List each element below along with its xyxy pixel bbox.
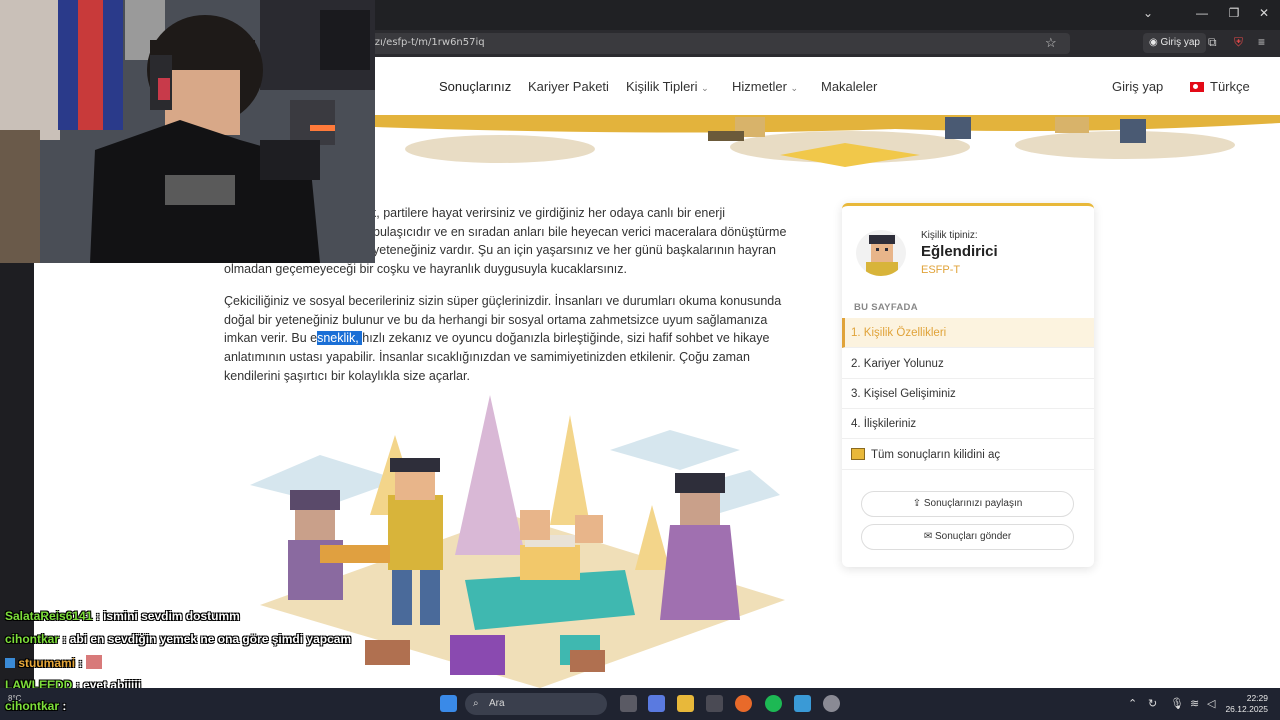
- clock[interactable]: 22:29 26.12.2025: [1225, 693, 1268, 715]
- text-segment: imkan verir. Bu e: [224, 331, 318, 346]
- side-panel: [0, 263, 34, 688]
- paragraph-line: Çekiciliğiniz ve sosyal becerileriniz si…: [224, 294, 782, 308]
- clock-time: 22:29: [1246, 693, 1268, 703]
- ublock-icon[interactable]: ⛨: [1234, 35, 1243, 50]
- banner-illustration: [375, 115, 1280, 175]
- browser-signin-label: Giriş yap: [1160, 37, 1200, 48]
- results-sidebar-card: Kişilik tipiniz: Eğlendirici ESFP-T BU S…: [842, 203, 1094, 567]
- nav-articles[interactable]: Makaleler: [821, 79, 877, 94]
- copilot-icon[interactable]: [648, 695, 665, 712]
- volume-icon[interactable]: ◁: [1207, 697, 1215, 710]
- nav-services[interactable]: Hizmetler ⌄: [732, 79, 798, 94]
- send-results-button[interactable]: ✉ Sonuçları gönder: [861, 524, 1074, 550]
- emote-icon: [85, 655, 102, 669]
- send-results-label: Sonuçları gönder: [935, 531, 1012, 542]
- chat-message: cihontkar :: [5, 699, 66, 713]
- browser-signin-button[interactable]: ◉ Giriş yap: [1143, 33, 1206, 53]
- extensions-icon[interactable]: ⧉: [1208, 35, 1217, 50]
- file-explorer-icon[interactable]: [677, 695, 694, 712]
- spotify-icon[interactable]: [765, 695, 782, 712]
- taskbar-search-label: Ara: [489, 698, 505, 709]
- chat-message: SalataReis6141 : ismini sevdim dostumm: [5, 609, 240, 623]
- paragraph-line: imkan verir. Bu esneklik, hızlı zekanız …: [224, 329, 804, 348]
- paragraph-line: kendilerini şaşırtıcı bir kolaylıkla siz…: [224, 368, 470, 383]
- restore-icon[interactable]: ❐: [1222, 6, 1246, 20]
- account-icon: ◉: [1149, 37, 1158, 48]
- mail-icon: ✉: [923, 531, 933, 542]
- chevron-down-icon: ⌄: [701, 83, 709, 93]
- toc-item-personality-traits[interactable]: 1. Kişilik Özellikleri: [842, 318, 1094, 348]
- search-icon: ⌕: [473, 698, 479, 709]
- chat-user: SalataReis6141: [5, 609, 93, 623]
- sync-icon[interactable]: ↻: [1148, 697, 1157, 710]
- microphone-icon[interactable]: 🎙︎: [1170, 697, 1184, 710]
- clock-date: 26.12.2025: [1225, 704, 1268, 714]
- wifi-icon[interactable]: ≋: [1190, 697, 1199, 710]
- share-icon: ⇪: [912, 498, 922, 509]
- taskbar-search[interactable]: ⌕ Ara: [465, 693, 607, 715]
- task-view-icon[interactable]: [620, 695, 637, 712]
- chat-user: cihontkar: [5, 699, 60, 713]
- windows-taskbar: 8°C cihontkar : ⌕ Ara ⌃ ↻ 🎙︎ ≋ ◁ 22:29 2…: [0, 688, 1280, 720]
- chat-text: :: [62, 699, 67, 713]
- nav-login[interactable]: Giriş yap: [1112, 79, 1163, 94]
- nav-career-package[interactable]: Kariyer Paketi: [528, 79, 609, 94]
- chat-user: cihontkar: [5, 632, 60, 646]
- close-icon[interactable]: ✕: [1252, 6, 1276, 20]
- menu-icon[interactable]: ≡: [1258, 35, 1265, 49]
- nav-results[interactable]: Sonuçlarınız: [439, 79, 511, 94]
- turkey-flag-icon: [1190, 82, 1204, 92]
- article-paragraph-2: Çekiciliğiniz ve sosyal becerileriniz si…: [224, 292, 804, 386]
- obs-icon[interactable]: [823, 695, 840, 712]
- unlock-label: Tüm sonuçların kilidini aç: [871, 449, 1001, 461]
- personality-type-code: ESFP-T: [921, 264, 961, 276]
- start-icon[interactable]: [440, 695, 457, 712]
- paragraph-line: doğal bir yeteneğiniz bulunur ve bu da h…: [224, 312, 768, 327]
- language-label: Türkçe: [1210, 79, 1250, 94]
- chat-text: :: [78, 656, 83, 670]
- store-icon[interactable]: [706, 695, 723, 712]
- tray-chevron-up-icon[interactable]: ⌃: [1128, 697, 1137, 710]
- chevron-down-icon: ⌄: [790, 83, 799, 93]
- unlock-all-results[interactable]: Tüm sonuçların kilidini aç: [842, 440, 1094, 470]
- url-text[interactable]: ızı/esfp-t/m/1rw6n57iq: [372, 37, 485, 48]
- chat-message: stuumami :: [5, 655, 102, 670]
- firefox-icon[interactable]: [735, 695, 752, 712]
- nav-personality-types[interactable]: Kişilik Tipleri ⌄: [626, 79, 709, 94]
- paragraph-line: anlatımının ustası yapabilir. İnsanlar s…: [224, 350, 750, 365]
- webcam-overlay: [0, 0, 375, 263]
- unlock-icon: [851, 448, 865, 460]
- text-segment: hızlı zekanız ve oyuncu doğanızla birleş…: [362, 331, 770, 346]
- language-selector[interactable]: Türkçe: [1190, 79, 1250, 94]
- nav-personality-types-label: Kişilik Tipleri: [626, 79, 698, 94]
- nav-services-label: Hizmetler: [732, 79, 787, 94]
- chat-text: : ismini sevdim dostumm: [95, 609, 240, 623]
- personality-type-label: Kişilik tipiniz:: [921, 230, 978, 241]
- toc-item-relationships[interactable]: 4. İlişkileriniz: [842, 409, 1094, 439]
- avatar: [856, 230, 906, 276]
- chat-message: cihontkar : abi en sevdiğin yemek ne ona…: [5, 632, 351, 646]
- bookmark-star-icon[interactable]: ☆: [1045, 35, 1057, 51]
- personality-type-name: Eğlendirici: [921, 243, 998, 260]
- share-results-button[interactable]: ⇪ Sonuçlarınızı paylaşın: [861, 491, 1074, 517]
- minimize-icon[interactable]: —: [1190, 6, 1214, 20]
- photos-icon[interactable]: [794, 695, 811, 712]
- chat-user: stuumami: [18, 656, 76, 670]
- text-selection[interactable]: sneklik,: [317, 331, 363, 346]
- on-this-page-title: BU SAYFADA: [854, 302, 918, 313]
- toc-item-career-path[interactable]: 2. Kariyer Yolunuz: [842, 349, 1094, 379]
- toc-item-personal-growth[interactable]: 3. Kişisel Gelişiminiz: [842, 379, 1094, 409]
- chat-text: : abi en sevdiğin yemek ne ona göre şimd…: [62, 632, 352, 646]
- chevron-down-icon[interactable]: ⌄: [1136, 6, 1160, 20]
- share-results-label: Sonuçlarınızı paylaşın: [923, 498, 1023, 509]
- chat-badge-icon: [5, 658, 15, 668]
